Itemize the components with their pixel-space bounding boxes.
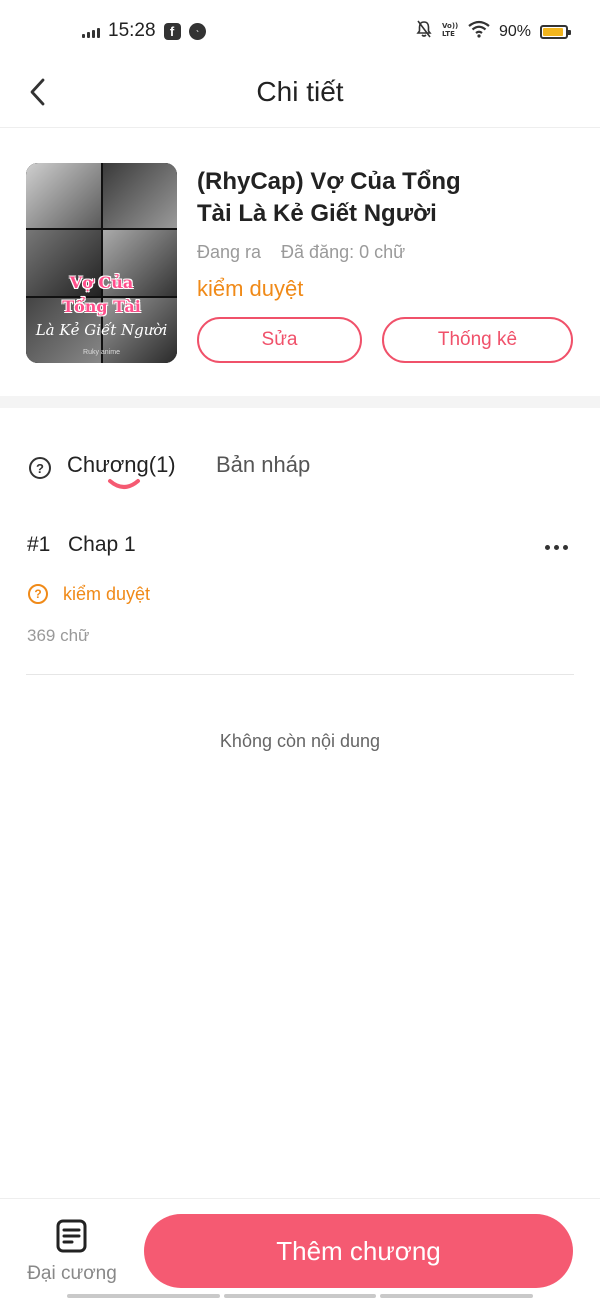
messenger-icon <box>188 22 206 40</box>
battery-icon <box>540 24 571 39</box>
chapter-name: Chap 1 <box>68 533 136 556</box>
question-circle-icon: ? <box>28 584 48 604</box>
outline-button[interactable]: Đại cương <box>20 1215 124 1287</box>
document-list-icon <box>56 1219 87 1253</box>
svg-text:Vo)): Vo)) <box>442 22 458 30</box>
volte-icon: Vo)) LTE <box>441 20 459 43</box>
book-meta: Đang ra Đã đăng: 0 chữ <box>197 242 405 263</box>
wifi-icon <box>468 20 490 43</box>
bottom-bar: Đại cương Thêm chương <box>0 1198 600 1300</box>
chapter-tabs: ? Chương(1) Bản nháp <box>0 430 600 510</box>
status-bar: 15:28 f Vo)) LTE 90% <box>0 0 600 62</box>
chapter-status: kiểm duyệt <box>63 584 151 604</box>
active-tab-indicator <box>108 479 140 489</box>
more-options-button[interactable] <box>538 533 574 561</box>
outline-label: Đại cương <box>27 1263 117 1284</box>
tab-chapters[interactable]: Chương(1) <box>67 452 176 478</box>
stats-button[interactable]: Thống kê <box>382 317 573 363</box>
facebook-icon: f <box>163 22 181 40</box>
published-count: Đã đăng: 0 chữ <box>281 242 406 262</box>
signal-icon <box>82 24 100 38</box>
question-circle-icon[interactable]: ? <box>29 457 51 479</box>
gesture-bar <box>67 1294 534 1298</box>
tab-drafts[interactable]: Bản nháp <box>216 452 310 478</box>
book-status: Đang ra <box>197 242 262 262</box>
chapter-number: #1 <box>27 533 51 556</box>
cover-title-line-1: Vợ Của <box>69 273 134 292</box>
book-cover[interactable]: Vợ Của Tổng Tài Là Kẻ Giết Người Ruky an… <box>26 163 177 363</box>
cover-credit: Ruky anime <box>83 349 120 356</box>
header: Chi tiết <box>0 62 600 128</box>
page-title: Chi tiết <box>256 76 344 107</box>
battery-level <box>543 27 563 36</box>
add-chapter-button[interactable]: Thêm chương <box>144 1214 573 1288</box>
battery-percent: 90% <box>498 22 531 40</box>
book-info: Vợ Của Tổng Tài Là Kẻ Giết Người Ruky an… <box>0 128 600 396</box>
status-time: 15:28 <box>108 20 156 41</box>
cover-title-line-2: Tổng Tài <box>62 297 141 316</box>
end-of-list-text: Không còn nội dung <box>219 731 381 751</box>
chapter-word-count: 369 chữ <box>27 626 90 645</box>
chapter-row[interactable]: #1 Chap 1 ? kiểm duyệt 369 chữ <box>26 515 574 675</box>
edit-button[interactable]: Sửa <box>197 317 362 363</box>
cover-title-line-3: Là Kẻ Giết Người <box>35 321 168 339</box>
section-divider <box>0 396 600 408</box>
review-status: kiểm duyệt <box>197 276 304 301</box>
book-title: (RhyCap) Vợ Của Tổng Tài Là Kẻ Giết Ngườ… <box>197 168 461 227</box>
status-left: 15:28 f <box>82 20 206 42</box>
status-right: Vo)) LTE 90% <box>416 20 571 43</box>
svg-text:LTE: LTE <box>442 30 455 38</box>
mute-icon <box>416 20 432 43</box>
